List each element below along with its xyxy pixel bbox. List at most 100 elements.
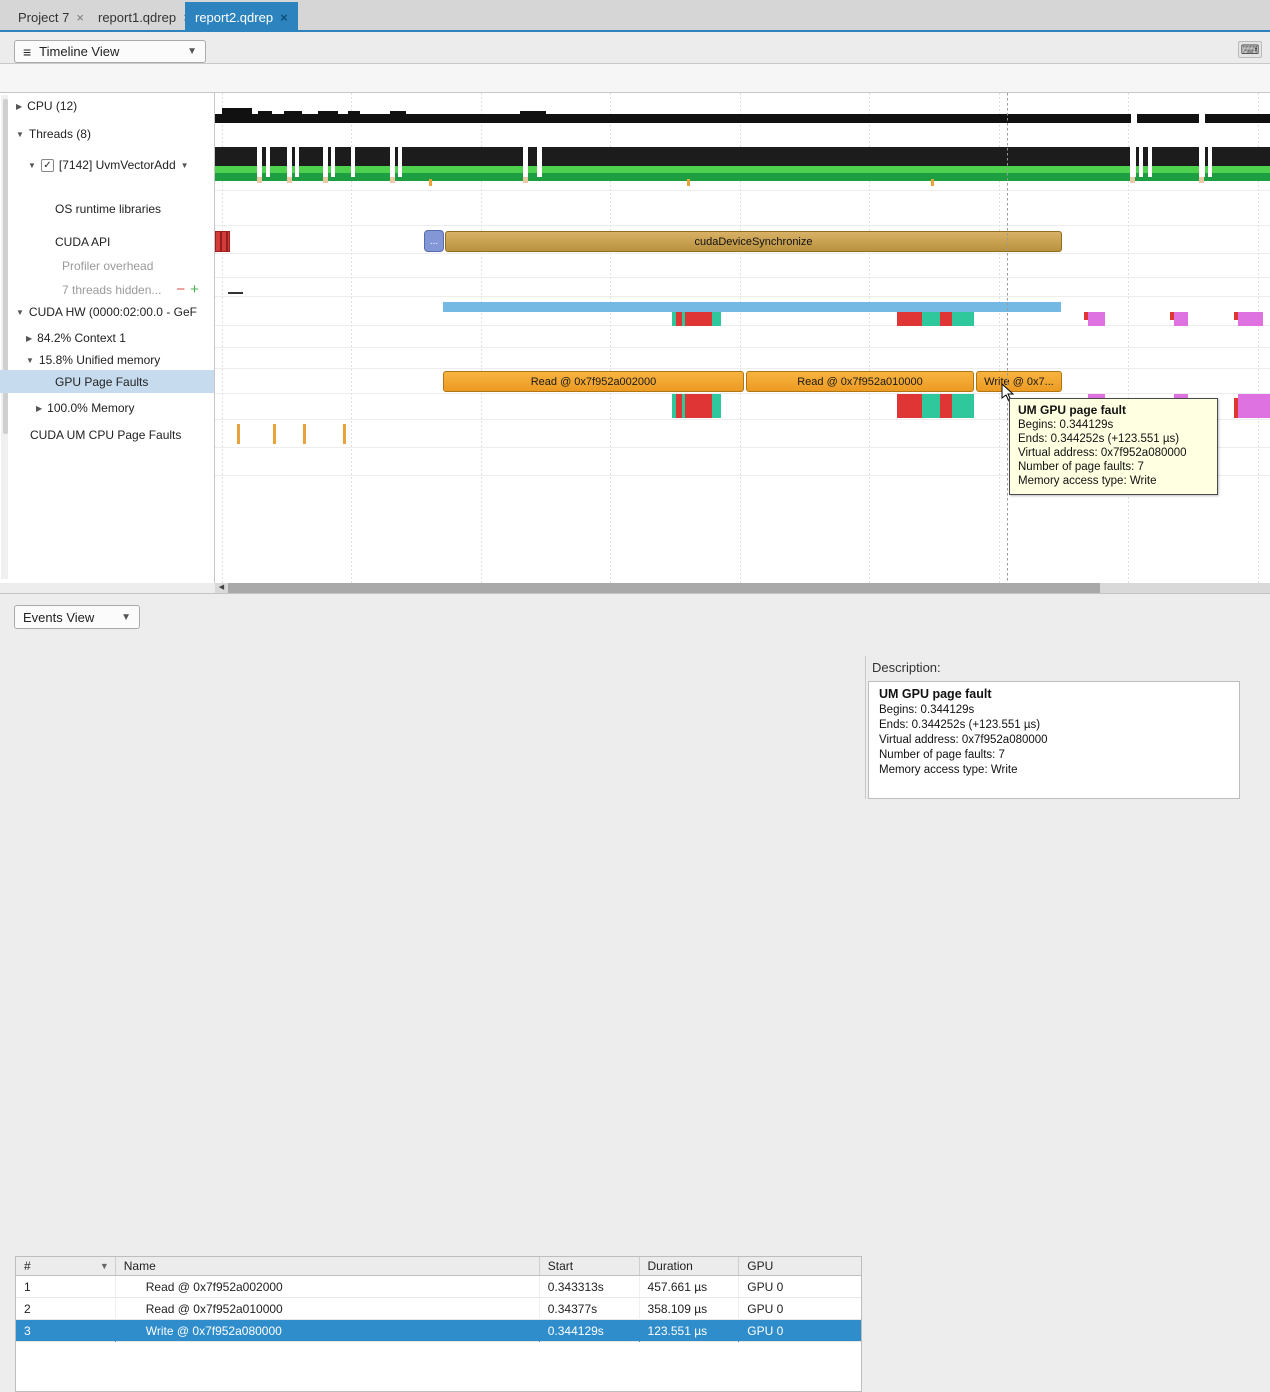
chevron-right-icon[interactable]: ▶: [26, 334, 32, 343]
cuda-device-synchronize-bar[interactable]: cudaDeviceSynchronize: [445, 231, 1062, 252]
cpu-page-fault-event[interactable]: [303, 424, 306, 444]
row-separator: [215, 277, 1270, 278]
sidebar-item-unified-memory[interactable]: ▼ 15.8% Unified memory: [26, 353, 160, 367]
description-ends: Ends: 0.344252s (+123.551 µs): [879, 719, 1040, 731]
sidebar-item-context1[interactable]: ▶ 84.2% Context 1: [26, 331, 126, 345]
cuda-api-collapsed-chip[interactable]: ...: [424, 230, 444, 252]
close-icon[interactable]: ×: [76, 10, 84, 25]
tooltip-address: Virtual address: 0x7f952a080000: [1018, 447, 1187, 459]
description-address: Virtual address: 0x7f952a080000: [879, 734, 1048, 746]
kernel-segment[interactable]: [1174, 312, 1188, 326]
sidebar-item-gpu-page-faults[interactable]: GPU Page Faults: [55, 375, 148, 389]
os-runtime-marker: [687, 179, 690, 186]
column-header-name[interactable]: Name: [116, 1257, 540, 1275]
chevron-right-icon[interactable]: ▶: [16, 102, 22, 111]
timeline-hscrollbar[interactable]: ◀: [215, 583, 1270, 593]
kernel-segment[interactable]: [1238, 312, 1263, 326]
memory-segment[interactable]: [952, 394, 974, 418]
timeline-canvas[interactable]: ... cudaDeviceSynchronize Read @ 0x7f952…: [215, 93, 1270, 583]
memory-transfer-bar[interactable]: [443, 302, 1061, 312]
column-header-gpu[interactable]: GPU: [739, 1257, 861, 1275]
expand-threads-icon[interactable]: +: [190, 281, 199, 298]
row-separator: [215, 296, 1270, 297]
kernel-segment[interactable]: [952, 312, 974, 326]
gpu-page-fault-bar-read1[interactable]: Read @ 0x7f952a002000: [443, 371, 744, 392]
chevron-down-icon[interactable]: ▼: [181, 161, 189, 170]
chevron-down-icon: ▼: [187, 46, 197, 57]
panel-divider[interactable]: [865, 656, 866, 799]
kernel-segment[interactable]: [922, 312, 940, 326]
events-view-dropdown[interactable]: Events View ▼: [14, 605, 140, 629]
column-header-duration[interactable]: Duration: [640, 1257, 740, 1275]
memory-segment[interactable]: [940, 394, 952, 418]
os-runtime-marker: [429, 179, 432, 186]
sidebar-item-threads[interactable]: ▼ Threads (8): [16, 127, 91, 141]
hscrollbar-thumb[interactable]: [228, 583, 1100, 593]
timeline-ruler[interactable]: 0s ▼ +343ms +343.2ms +343.4ms +343.6ms +…: [0, 64, 1270, 93]
close-icon[interactable]: ×: [280, 10, 288, 25]
tooltip-begins: Begins: 0.344129s: [1018, 419, 1113, 431]
event-tooltip: UM GPU page fault Begins: 0.344129s Ends…: [1009, 398, 1218, 495]
cuda-api-call-bar[interactable]: [215, 231, 230, 252]
sidebar-item-os-runtime[interactable]: OS runtime libraries: [55, 202, 161, 216]
tab-report2-active[interactable]: report2.qdrep ×: [185, 2, 298, 32]
sidebar-item-um-cpu-page-faults[interactable]: CUDA UM CPU Page Faults: [30, 428, 181, 442]
cpu-page-fault-event[interactable]: [343, 424, 346, 444]
sort-icon[interactable]: ▼: [100, 1261, 109, 1271]
sidebar-item-thread-7142[interactable]: ▼ ✓ [7142] UvmVectorAdd ▼: [28, 158, 189, 172]
gpu-page-fault-bar-write[interactable]: Write @ 0x7...: [976, 371, 1062, 392]
kernel-segment[interactable]: [897, 312, 922, 326]
tooltip-title: UM GPU page fault: [1018, 403, 1126, 417]
kernel-segment[interactable]: [712, 312, 721, 326]
events-table[interactable]: # ▼ Name Start Duration GPU 1 Read @ 0x7…: [15, 1256, 862, 1392]
thread-gap: [266, 147, 270, 177]
column-header-start[interactable]: Start: [540, 1257, 640, 1275]
thread-running-bar: [215, 166, 1270, 173]
kernel-segment[interactable]: [1088, 312, 1105, 326]
sidebar-scrollbar[interactable]: [1, 95, 8, 579]
memory-segment[interactable]: [685, 394, 712, 418]
memory-segment[interactable]: [1238, 394, 1270, 418]
memory-segment[interactable]: [712, 394, 721, 418]
sidebar-item-memory[interactable]: ▶ 100.0% Memory: [36, 401, 135, 415]
events-table-header[interactable]: # ▼ Name Start Duration GPU: [16, 1257, 861, 1276]
chevron-down-icon: ▼: [121, 612, 131, 623]
tab-project-7[interactable]: Project 7 ×: [8, 2, 94, 32]
thread-gap: [523, 147, 528, 177]
row-separator: [215, 368, 1270, 369]
cpu-page-fault-event[interactable]: [237, 424, 240, 444]
keyboard-shortcuts-button[interactable]: ⌨: [1238, 41, 1262, 58]
thread-gap: [1199, 147, 1205, 177]
table-row-selected[interactable]: 3 Write @ 0x7f952a080000 0.344129s 123.5…: [16, 1320, 861, 1342]
keyboard-icon: ⌨: [1241, 42, 1260, 58]
cpu-graph-gap: [1131, 114, 1137, 123]
collapse-threads-icon[interactable]: −: [176, 281, 185, 298]
kernel-segment[interactable]: [940, 312, 952, 326]
chevron-right-icon[interactable]: ▶: [36, 404, 42, 413]
sidebar-item-cpu[interactable]: ▶ CPU (12): [16, 99, 77, 113]
chevron-down-icon[interactable]: ▼: [26, 356, 34, 365]
cpu-page-fault-event[interactable]: [273, 424, 276, 444]
sidebar-item-threads-hidden[interactable]: 7 threads hidden... − +: [62, 281, 199, 298]
sidebar-item-cuda-api[interactable]: CUDA API: [55, 235, 110, 249]
cpu-utilization-graph: [215, 114, 1270, 123]
kernel-segment[interactable]: [685, 312, 712, 326]
scroll-left-icon[interactable]: ◀: [215, 583, 228, 593]
table-row[interactable]: 2 Read @ 0x7f952a010000 0.34377s 358.109…: [16, 1298, 861, 1320]
chevron-down-icon[interactable]: ▼: [28, 161, 36, 170]
thread-checkbox[interactable]: ✓: [41, 159, 54, 172]
column-header-num[interactable]: # ▼: [16, 1257, 116, 1275]
memory-segment[interactable]: [897, 394, 922, 418]
sidebar-item-cuda-hw[interactable]: ▼ CUDA HW (0000:02:00.0 - GeF: [16, 305, 197, 319]
gpu-page-fault-bar-read2[interactable]: Read @ 0x7f952a010000: [746, 371, 974, 392]
chevron-down-icon[interactable]: ▼: [16, 308, 24, 317]
memory-segment[interactable]: [922, 394, 940, 418]
tab-report1[interactable]: report1.qdrep ×: [88, 2, 201, 32]
sidebar-item-profiler-overhead[interactable]: Profiler overhead: [62, 259, 153, 273]
chevron-down-icon[interactable]: ▼: [16, 130, 24, 139]
thread-gap: [331, 147, 335, 177]
thread-state-bar[interactable]: [215, 147, 1270, 166]
table-row[interactable]: 1 Read @ 0x7f952a002000 0.343313s 457.66…: [16, 1276, 861, 1298]
timeline-view-dropdown[interactable]: ≡ Timeline View ▼: [14, 40, 206, 63]
row-separator: [215, 347, 1270, 348]
